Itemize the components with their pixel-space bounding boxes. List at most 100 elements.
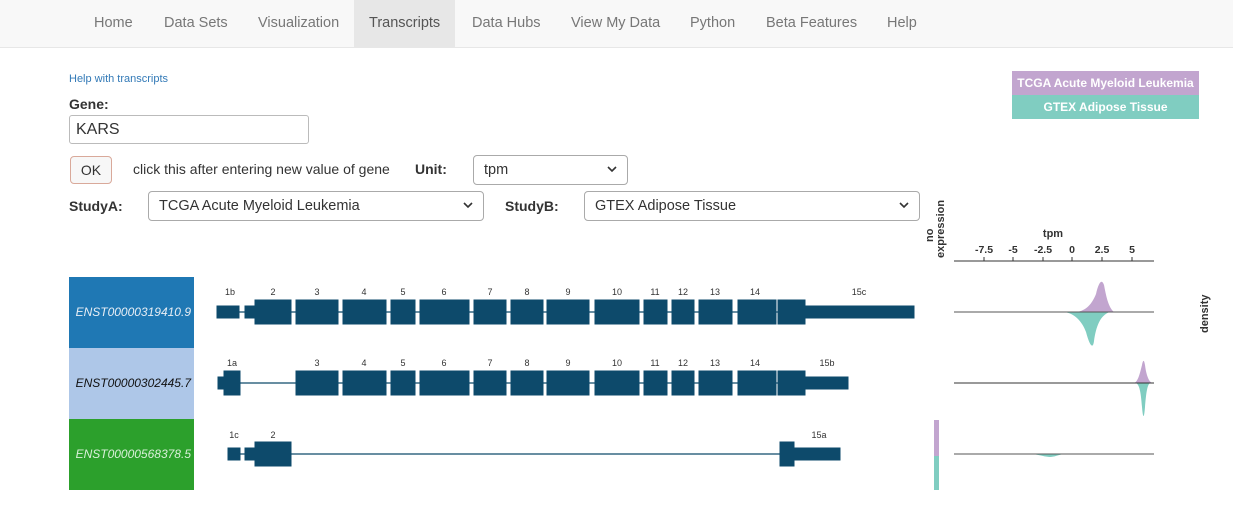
- exon-6: [419, 370, 470, 396]
- tick-label: -5: [1008, 244, 1017, 256]
- no-expression-bar-studyA: [934, 420, 939, 456]
- chevron-down-icon: [606, 156, 618, 194]
- exon-5: [390, 299, 416, 325]
- help-with-transcripts-link[interactable]: Help with transcripts: [69, 73, 168, 85]
- gene-label: Gene:: [69, 96, 109, 112]
- density-studyA-row2: [1134, 360, 1152, 383]
- density-studyA-row1: [1076, 281, 1114, 312]
- exon-label: 15c: [852, 287, 867, 297]
- exon-15c-utr: [804, 305, 915, 319]
- exon-5: [390, 370, 416, 396]
- exon-15b-utr: [804, 376, 849, 390]
- tick-label: 2.5: [1095, 244, 1110, 256]
- density-plots: [954, 281, 1154, 457]
- tick-label: -2.5: [1034, 244, 1052, 256]
- nav-view-my-data[interactable]: View My Data: [556, 0, 675, 47]
- exon-label: 9: [565, 358, 570, 368]
- exon-label: 6: [441, 287, 446, 297]
- exon-4: [342, 299, 387, 325]
- nav-beta-features[interactable]: Beta Features: [751, 0, 872, 47]
- transcript-label-1[interactable]: ENST00000319410.9: [69, 277, 194, 348]
- exon-1a-utr: [217, 376, 225, 390]
- exon-label: 5: [400, 358, 405, 368]
- top-navbar: Home Data Sets Visualization Transcripts…: [0, 0, 1233, 48]
- exon-label: 7: [487, 287, 492, 297]
- exon-11: [643, 299, 668, 325]
- exon-label: 12: [678, 287, 688, 297]
- nav-home[interactable]: Home: [79, 0, 148, 47]
- exon-2: [254, 299, 292, 325]
- exon-label: 4: [361, 358, 366, 368]
- exon-6: [419, 299, 470, 325]
- exon-label: 1b: [225, 287, 235, 297]
- nav-transcripts[interactable]: Transcripts: [354, 0, 455, 47]
- exon-2: [254, 441, 292, 467]
- transcript-structure-plot: 1b 2 3 4 5 6 7 8 9 10 11 12 13 14 15c 1a…: [216, 287, 915, 467]
- exon-label: 5: [400, 287, 405, 297]
- chevron-down-icon: [462, 192, 474, 230]
- nav-visualization[interactable]: Visualization: [243, 0, 354, 47]
- exon-label: 1c: [229, 430, 239, 440]
- exon-2-utr: [244, 447, 256, 461]
- studyA-select[interactable]: TCGA Acute Myeloid Leukemia: [148, 191, 484, 221]
- exon-7: [473, 370, 507, 396]
- nav-python[interactable]: Python: [675, 0, 750, 47]
- exon-1a: [223, 370, 241, 396]
- unit-select[interactable]: tpm: [473, 155, 628, 185]
- exon-label: 10: [612, 358, 622, 368]
- exon-label: 11: [650, 358, 659, 368]
- exon-9: [546, 370, 590, 396]
- nav-help[interactable]: Help: [872, 0, 932, 47]
- exon-3: [295, 299, 339, 325]
- exon-label: 9: [565, 287, 570, 297]
- exon-10: [594, 370, 640, 396]
- exon-14: [737, 299, 777, 325]
- exon-label: 8: [524, 287, 529, 297]
- unit-select-value: tpm: [484, 162, 509, 178]
- tick-label: 0: [1069, 244, 1075, 256]
- legend-studyA: TCGA Acute Myeloid Leukemia: [1012, 71, 1199, 95]
- exon-4: [342, 370, 387, 396]
- tpm-axis: tpm -7.5 -5 -2.5 0 2.5 5: [954, 228, 1154, 262]
- tick-label: 5: [1129, 244, 1135, 256]
- transcript-label-3[interactable]: ENST00000568378.5: [69, 419, 194, 490]
- exon-label: 2: [270, 287, 275, 297]
- exon-15c: [777, 299, 806, 325]
- exon-15a: [779, 441, 795, 467]
- exon-1c: [227, 447, 241, 461]
- ok-button[interactable]: OK: [70, 156, 112, 184]
- exon-2-utr: [244, 305, 256, 319]
- exon-8: [510, 370, 544, 396]
- exon-label: 8: [524, 358, 529, 368]
- exon-label: 15b: [819, 358, 834, 368]
- exon-13: [698, 299, 733, 325]
- density-studyB-row1: [1064, 312, 1110, 346]
- exon-15a-utr: [793, 447, 841, 461]
- density-studyB-row2: [1136, 383, 1150, 416]
- exon-label: 4: [361, 287, 366, 297]
- exon-12: [671, 299, 695, 325]
- exon-label: 14: [750, 287, 760, 297]
- ok-hint-text: click this after entering new value of g…: [133, 161, 390, 177]
- exon-label: 3: [314, 358, 319, 368]
- exon-label: 15a: [811, 430, 826, 440]
- tpm-axis-title: tpm: [1043, 228, 1063, 240]
- exon-1b: [216, 305, 240, 319]
- nav-data-sets[interactable]: Data Sets: [149, 0, 243, 47]
- exon-label: 1a: [227, 358, 237, 368]
- exon-14: [737, 370, 777, 396]
- exon-label: 12: [678, 358, 688, 368]
- studyB-select[interactable]: GTEX Adipose Tissue: [584, 191, 920, 221]
- legend-studyB: GTEX Adipose Tissue: [1012, 95, 1199, 119]
- studyA-select-value: TCGA Acute Myeloid Leukemia: [159, 198, 360, 214]
- nav-data-hubs[interactable]: Data Hubs: [457, 0, 556, 47]
- exon-label: 13: [710, 287, 720, 297]
- exon-label: 14: [750, 358, 760, 368]
- exon-8: [510, 299, 544, 325]
- unit-label: Unit:: [415, 161, 447, 177]
- exon-label: 11: [650, 287, 659, 297]
- exon-13: [698, 370, 733, 396]
- gene-input[interactable]: [69, 115, 309, 144]
- transcript-label-2[interactable]: ENST00000302445.7: [69, 348, 194, 419]
- exon-label: 13: [710, 358, 720, 368]
